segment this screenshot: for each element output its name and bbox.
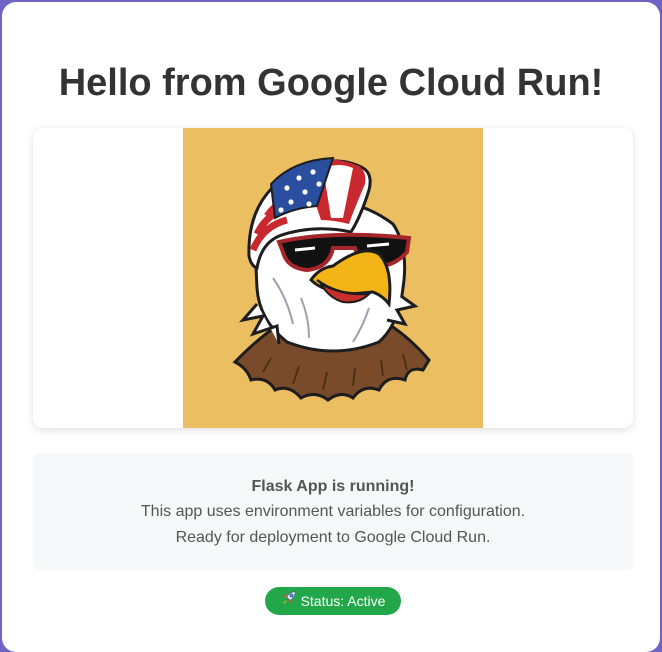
page-title: Hello from Google Cloud Run! [58,62,604,104]
status-label: Status: Active [300,593,386,609]
image-card [33,128,633,428]
page-card: Hello from Google Cloud Run! Flask App i… [2,2,660,652]
info-config-text: This app uses environment variables for … [140,503,526,520]
info-heading: Flask App is running! [251,478,415,495]
eagle-image [183,128,483,428]
info-panel: Flask App is running! This app uses envi… [33,453,633,570]
eagle-illustration [232,156,431,402]
rocket-icon [281,587,297,615]
status-badge: Status: Active [265,587,401,615]
info-deploy-text: Ready for deployment to Google Cloud Run… [175,529,491,546]
